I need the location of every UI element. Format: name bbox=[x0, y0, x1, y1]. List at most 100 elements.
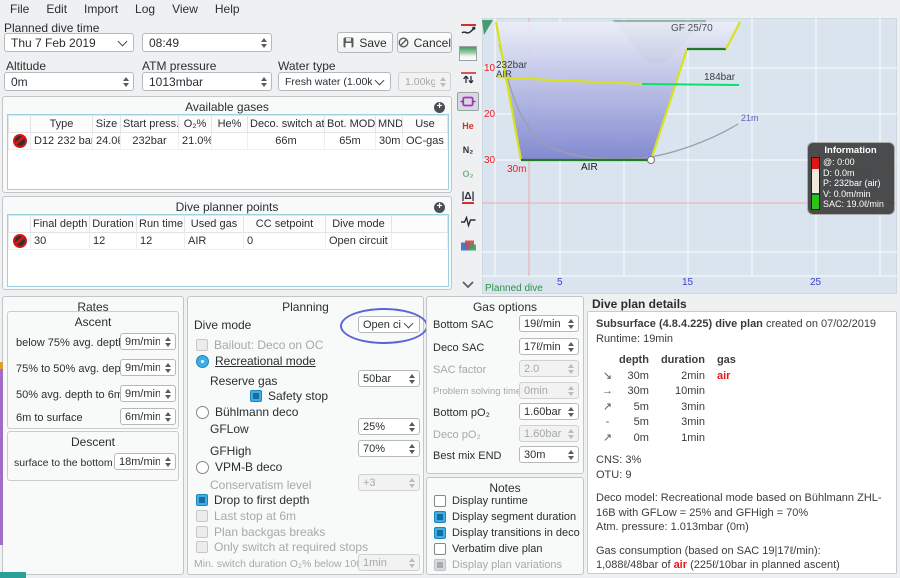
dive-mode-combo[interactable]: Open circuit bbox=[358, 316, 420, 333]
spin-buttons[interactable] bbox=[160, 337, 175, 347]
menu-file[interactable]: File bbox=[10, 2, 29, 16]
add-point-icon[interactable] bbox=[434, 202, 445, 213]
radio-icon[interactable] bbox=[196, 461, 209, 474]
display-segment-duration-row[interactable]: Display segment duration bbox=[434, 511, 576, 523]
collapse-chevron-icon[interactable] bbox=[457, 275, 479, 294]
spin-buttons[interactable] bbox=[256, 38, 271, 48]
gfhigh-spinner[interactable]: 70% bbox=[358, 440, 420, 457]
gas-he[interactable] bbox=[212, 133, 248, 150]
spin-buttons[interactable] bbox=[404, 444, 419, 454]
gas-deco-switch[interactable]: 66m bbox=[248, 133, 325, 150]
water-type-combo[interactable]: Fresh water (1.00kg/ℓ) bbox=[278, 72, 391, 91]
mod-delta-icon[interactable]: |Δ| bbox=[457, 188, 479, 207]
bottom-po2-spinner[interactable]: 1.60bar bbox=[519, 403, 579, 420]
vpmb-radio-row[interactable]: VPM-B deco bbox=[196, 460, 282, 474]
ascent-rate-2-spinner[interactable]: 9m/min bbox=[120, 359, 176, 376]
spin-buttons[interactable] bbox=[118, 77, 133, 87]
buhlmann-radio-row[interactable]: Bühlmann deco bbox=[196, 405, 298, 419]
atm-pressure-spinner[interactable]: 1013mbar bbox=[142, 72, 272, 91]
spin-buttons[interactable] bbox=[563, 319, 578, 329]
drop-first-depth-checkbox-row[interactable]: Drop to first depth bbox=[196, 493, 309, 507]
gflow-spinner[interactable]: 25% bbox=[358, 418, 420, 435]
checkbox-checked-icon[interactable] bbox=[250, 390, 262, 402]
dive-time-spinner[interactable]: 08:49 bbox=[142, 33, 272, 52]
gas-bot-mod[interactable]: 65m bbox=[325, 133, 376, 150]
spin-buttons[interactable] bbox=[404, 422, 419, 432]
ascent-rate-3-spinner[interactable]: 9m/min bbox=[120, 385, 176, 402]
radio-icon[interactable] bbox=[196, 406, 209, 419]
heartrate-icon[interactable] bbox=[457, 212, 479, 231]
deco-sac-spinner[interactable]: 17ℓ/min bbox=[519, 338, 579, 355]
conservatism-label: Conservatism level bbox=[210, 478, 311, 492]
gas-type[interactable]: D12 232 bar bbox=[31, 133, 93, 150]
recreational-mode-radio-row[interactable]: Recreational mode bbox=[196, 354, 316, 368]
spin-buttons[interactable] bbox=[160, 389, 175, 399]
gas-row[interactable]: D12 232 bar 24.0ℓ 232bar 21.0% 66m 65m 3… bbox=[9, 133, 448, 150]
o2-graph-icon[interactable]: O₂ bbox=[457, 164, 479, 183]
ascent-rate-4-spinner[interactable]: 6m/min bbox=[120, 408, 176, 425]
spin-buttons[interactable] bbox=[256, 77, 271, 87]
dive-mode-swimmer-icon[interactable] bbox=[457, 20, 479, 39]
n2-graph-icon[interactable]: N₂ bbox=[457, 140, 479, 159]
checkbox-checked-icon[interactable] bbox=[434, 511, 446, 523]
spin-buttons[interactable] bbox=[160, 457, 175, 467]
point-run-time[interactable]: 12 bbox=[137, 233, 185, 250]
menu-edit[interactable]: Edit bbox=[46, 2, 67, 16]
planner-point-handle[interactable] bbox=[648, 157, 655, 164]
point-final-depth[interactable]: 30 bbox=[31, 233, 90, 250]
ascent-rate-3-label: 50% avg. depth to 6m bbox=[16, 389, 123, 401]
dive-date-combo[interactable]: Thu 7 Feb 2019 bbox=[4, 33, 134, 52]
add-gas-icon[interactable] bbox=[434, 102, 445, 113]
dive-profile-chart[interactable]: GF 25/70 10 20 30 232bar AIR 184bar 21m … bbox=[482, 18, 897, 294]
spin-buttons[interactable] bbox=[563, 407, 578, 417]
point-duration[interactable]: 12 bbox=[90, 233, 137, 250]
checkbox-icon[interactable] bbox=[434, 543, 446, 555]
gas-start-press[interactable]: 232bar bbox=[121, 133, 179, 150]
menu-log[interactable]: Log bbox=[135, 2, 155, 16]
verbatim-plan-row[interactable]: Verbatim dive plan bbox=[434, 543, 543, 555]
setpoint-handles-icon[interactable] bbox=[457, 92, 479, 111]
gas-mnd[interactable]: 30m bbox=[376, 133, 403, 150]
altitude-spinner[interactable]: 0m bbox=[4, 72, 134, 91]
radio-selected-icon[interactable] bbox=[196, 355, 209, 368]
bottom-sac-spinner[interactable]: 19ℓ/min bbox=[519, 315, 579, 332]
point-used-gas[interactable]: AIR bbox=[185, 233, 244, 250]
menu-view[interactable]: View bbox=[172, 2, 198, 16]
cancel-button[interactable]: Cancel bbox=[397, 32, 452, 53]
delete-point-icon[interactable] bbox=[13, 234, 27, 248]
checkbox-icon[interactable] bbox=[434, 495, 446, 507]
checkbox-checked-icon[interactable] bbox=[434, 527, 446, 539]
spin-buttons[interactable] bbox=[563, 450, 578, 460]
he-graph-icon[interactable]: He bbox=[457, 116, 479, 135]
safety-stop-checkbox-row[interactable]: Safety stop bbox=[250, 389, 328, 403]
calculated-ceiling-icon[interactable] bbox=[457, 68, 479, 87]
checkbox-checked-icon[interactable] bbox=[196, 494, 208, 506]
display-transitions-row[interactable]: Display transitions in deco bbox=[434, 527, 580, 539]
points-table: Final depth Duration Run time Used gas C… bbox=[7, 214, 449, 287]
spin-buttons[interactable] bbox=[160, 363, 175, 373]
menu-import[interactable]: Import bbox=[84, 2, 118, 16]
delete-gas-icon[interactable] bbox=[13, 134, 27, 148]
gas-use[interactable]: OC-gas bbox=[403, 133, 448, 150]
best-mix-end-spinner[interactable]: 30m bbox=[519, 446, 579, 463]
spin-buttons[interactable] bbox=[160, 412, 175, 422]
descent-rate-spinner[interactable]: 18m/min bbox=[114, 453, 176, 470]
ceiling-gradient-icon[interactable] bbox=[457, 44, 479, 63]
gas-size[interactable]: 24.0ℓ bbox=[93, 133, 121, 150]
point-dive-mode[interactable]: Open circuit bbox=[326, 233, 392, 250]
dive-plan-details-box[interactable]: Subsurface (4.8.4.225) dive plan created… bbox=[587, 311, 897, 574]
planning-title: Planning bbox=[188, 300, 423, 314]
plan-cns: CNS: 3% bbox=[596, 453, 888, 468]
reserve-gas-spinner[interactable]: 50bar bbox=[358, 370, 420, 387]
point-cc-setpoint[interactable]: 0 bbox=[244, 233, 326, 250]
spin-buttons[interactable] bbox=[563, 342, 578, 352]
save-button[interactable]: Save bbox=[337, 32, 393, 53]
menu-help[interactable]: Help bbox=[215, 2, 240, 16]
ascent-title: Ascent bbox=[8, 315, 178, 329]
ascent-rate-1-spinner[interactable]: 9m/min bbox=[120, 333, 176, 350]
spin-buttons[interactable] bbox=[404, 374, 419, 384]
planner-point-row[interactable]: 30 12 12 AIR 0 Open circuit bbox=[9, 233, 448, 250]
gas-o2[interactable]: 21.0% bbox=[179, 133, 212, 150]
display-runtime-row[interactable]: Display runtime bbox=[434, 495, 528, 507]
photos-icon[interactable] bbox=[457, 236, 479, 255]
